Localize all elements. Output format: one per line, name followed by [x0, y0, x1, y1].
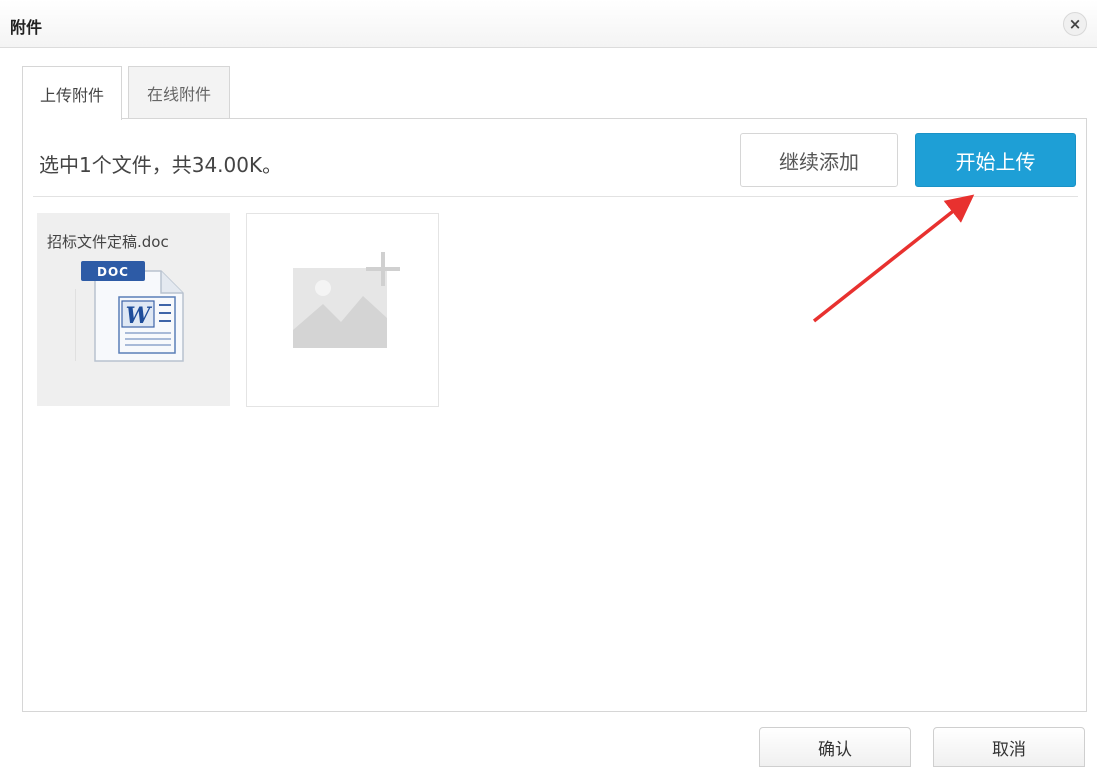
doc-badge: DOC [97, 265, 129, 279]
upload-panel: 选中1个文件，共34.00K。 继续添加 开始上传 招标文件定稿.doc DOC… [22, 118, 1087, 712]
upload-status-text: 选中1个文件，共34.00K。 [39, 153, 283, 177]
toolbar-divider [33, 196, 1078, 197]
file-card[interactable]: 招标文件定稿.doc DOC W [37, 213, 230, 406]
word-doc-icon: DOC W [75, 261, 184, 362]
dialog-title: 附件 [10, 18, 43, 37]
close-button[interactable]: × [1063, 12, 1087, 36]
add-more-button[interactable]: 继续添加 [740, 133, 898, 187]
confirm-button[interactable]: 确认 [759, 727, 911, 767]
cancel-button[interactable]: 取消 [933, 727, 1085, 767]
tab-online-attachment[interactable]: 在线附件 [128, 66, 230, 119]
start-upload-button[interactable]: 开始上传 [915, 133, 1076, 187]
tab-upload-attachment[interactable]: 上传附件 [22, 66, 122, 120]
add-image-icon [293, 252, 400, 348]
file-name: 招标文件定稿.doc [47, 233, 169, 251]
dialog-header: 附件 × [0, 0, 1097, 48]
add-file-placeholder[interactable] [246, 213, 439, 407]
doc-glyph: W [126, 303, 153, 329]
